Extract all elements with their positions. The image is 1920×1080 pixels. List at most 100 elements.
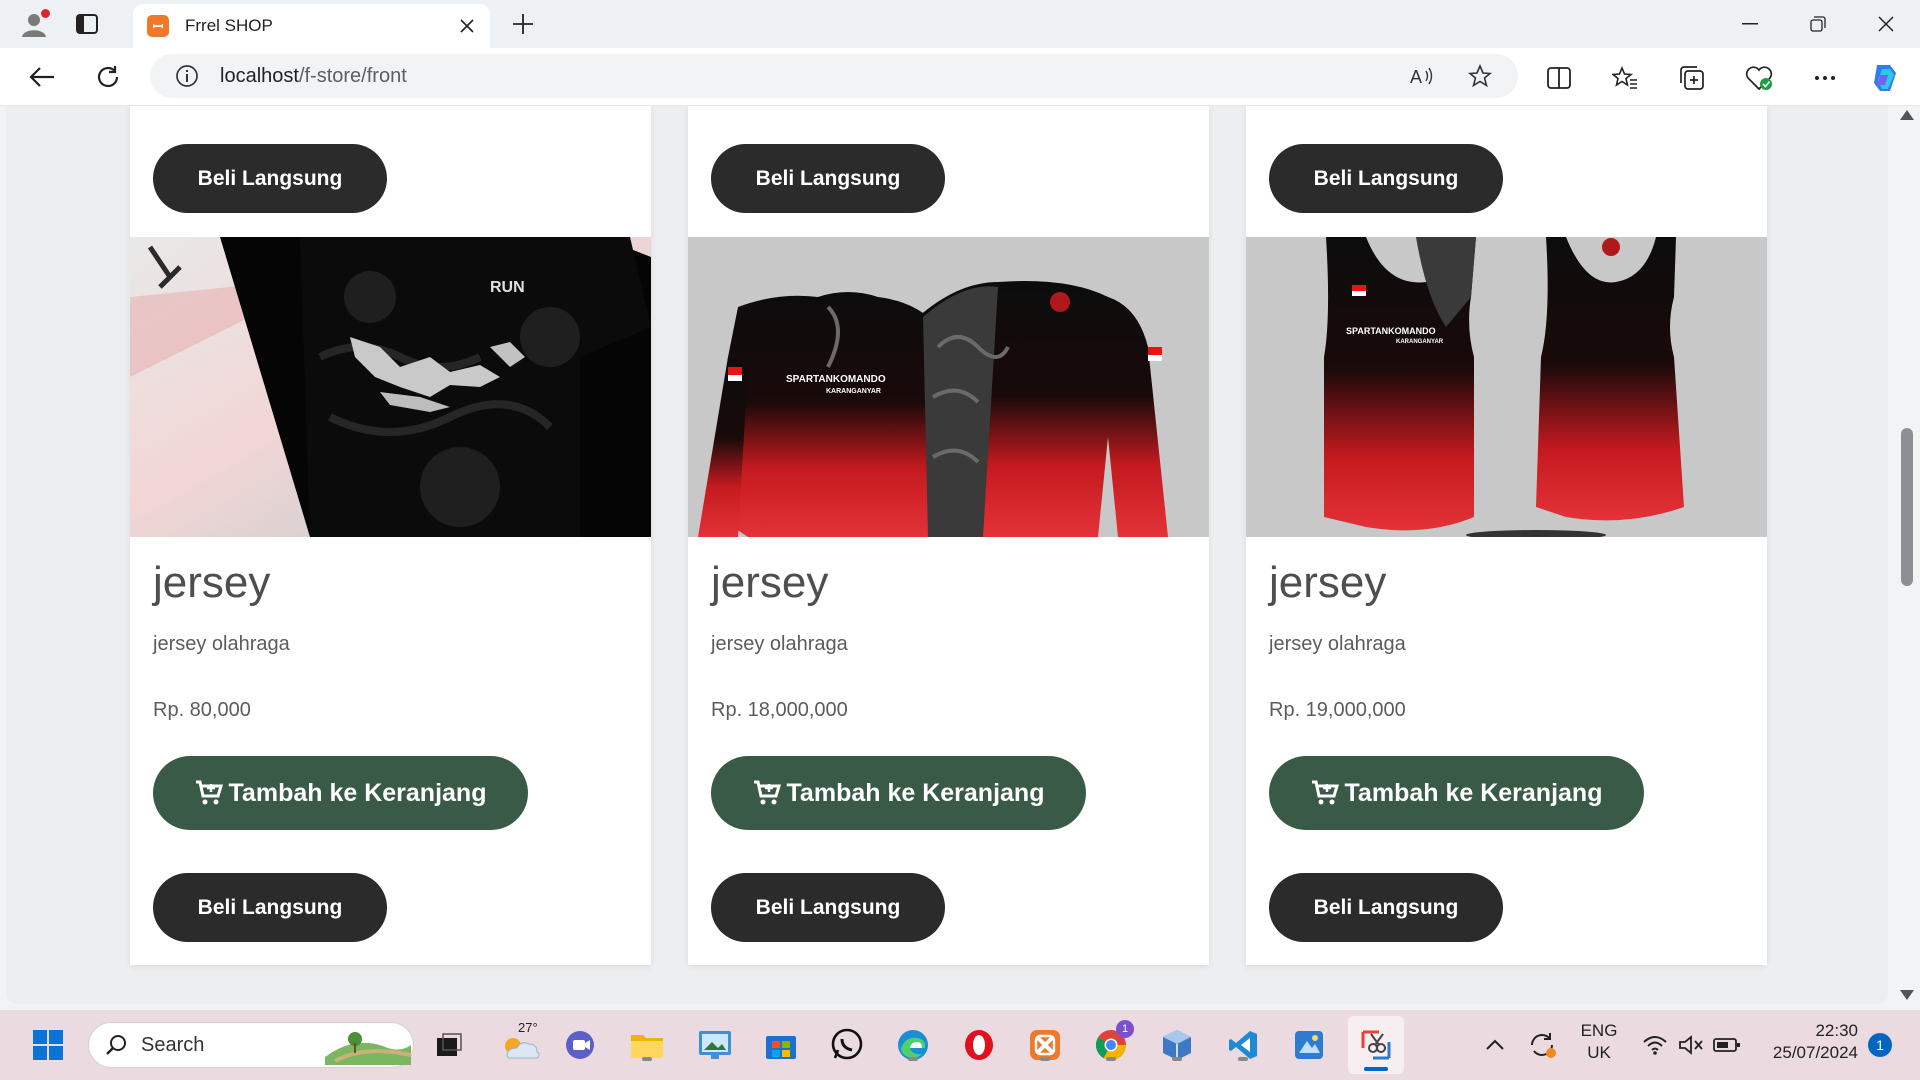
show-hidden-icons-chevron-icon[interactable] xyxy=(1476,1026,1514,1064)
product-image: SPARTANKOMANDO KARANGANYAR xyxy=(688,237,1209,537)
product-title: jersey xyxy=(1269,558,1387,607)
site-info-icon[interactable] xyxy=(174,63,200,89)
profile-avatar[interactable] xyxy=(16,6,52,42)
product-card: Beli Langsung xyxy=(1246,106,1767,965)
keyboard-layout: UK xyxy=(1587,1043,1611,1062)
tab-close-icon[interactable] xyxy=(456,15,478,37)
scroll-down-arrow-icon[interactable] xyxy=(1900,990,1914,1000)
snipping-tool-icon[interactable] xyxy=(1357,1026,1395,1064)
page-content: Beli Langsung RUN jersey jersey olahraga… xyxy=(6,106,1888,1004)
scroll-up-arrow-icon[interactable] xyxy=(1900,110,1914,120)
weather-widget-icon[interactable]: 27° xyxy=(498,1020,544,1064)
add-to-cart-button[interactable]: Tambah ke Keranjang xyxy=(153,756,528,830)
task-view-icon[interactable] xyxy=(430,1026,468,1064)
profile-notification-dot xyxy=(41,9,50,18)
cart-icon xyxy=(1311,780,1339,805)
search-highlight-landscape-icon xyxy=(325,1032,411,1065)
cart-icon xyxy=(753,780,781,805)
clock-time: 22:30 xyxy=(1815,1021,1858,1040)
add-to-cart-label: Tambah ke Keranjang xyxy=(1344,778,1603,807)
page-scrollbar[interactable] xyxy=(1896,106,1920,1010)
whatsapp-icon[interactable] xyxy=(828,1026,866,1064)
new-tab-icon[interactable] xyxy=(510,11,536,37)
weather-temperature: 27° xyxy=(518,1020,538,1035)
buy-now-button[interactable]: Beli Langsung xyxy=(1269,144,1503,213)
tab-actions-icon[interactable] xyxy=(74,12,100,36)
url-path: /f-store/front xyxy=(298,64,407,87)
volume-muted-icon[interactable] xyxy=(1672,1026,1710,1064)
tab-frrel-shop[interactable]: ꟷ Frrel SHOP xyxy=(133,4,490,48)
copilot-icon[interactable] xyxy=(1868,61,1902,95)
product-description: jersey olahraga xyxy=(153,633,290,655)
buy-now-button[interactable]: Beli Langsung xyxy=(1269,873,1503,942)
microsoft-store-icon[interactable] xyxy=(762,1026,800,1064)
add-to-cart-label: Tambah ke Keranjang xyxy=(786,778,1045,807)
chrome-profile-badge: 1 xyxy=(1116,1020,1134,1038)
favorite-star-icon[interactable] xyxy=(1460,56,1500,96)
scroll-thumb[interactable] xyxy=(1901,428,1913,586)
running-indicator xyxy=(1040,1057,1050,1061)
product-description: jersey olahraga xyxy=(711,633,848,655)
browser-essentials-icon[interactable] xyxy=(1742,61,1776,95)
cart-icon xyxy=(195,780,223,805)
search-placeholder: Search xyxy=(141,1033,205,1056)
product-card: Beli Langsung xyxy=(130,106,651,965)
svg-text:SPARTANKOMANDO: SPARTANKOMANDO xyxy=(786,374,886,385)
chrome-icon[interactable]: 1 xyxy=(1092,1020,1134,1064)
sync-status-icon[interactable] xyxy=(1524,1026,1562,1064)
refresh-icon[interactable] xyxy=(92,61,124,93)
svg-text:A: A xyxy=(1410,67,1422,87)
restore-icon[interactable] xyxy=(1784,0,1852,48)
split-screen-icon[interactable] xyxy=(1542,61,1576,95)
photo-viewer-icon[interactable] xyxy=(696,1026,734,1064)
product-card: Beli Langsung xyxy=(688,106,1209,965)
address-bar[interactable]: localhost/f-store/front A xyxy=(150,54,1518,98)
favorites-icon[interactable] xyxy=(1608,61,1642,95)
clock[interactable]: 22:30 25/07/2024 xyxy=(1758,1020,1858,1064)
snipping-tool-active-tile[interactable] xyxy=(1348,1016,1404,1074)
url-text[interactable]: localhost/f-store/front xyxy=(220,65,1402,88)
url-host: localhost xyxy=(220,64,299,87)
windows-start-icon[interactable] xyxy=(29,1026,67,1064)
xampp-favicon-icon: ꟷ xyxy=(147,15,169,37)
product-title: jersey xyxy=(711,558,829,607)
active-app-indicator xyxy=(1364,1067,1388,1071)
opera-icon[interactable] xyxy=(960,1026,998,1064)
product-price: Rp. 80,000 xyxy=(153,699,251,721)
taskbar-search-box[interactable]: Search xyxy=(88,1022,414,1068)
edge-browser-icon[interactable] xyxy=(894,1026,932,1064)
teams-meet-icon[interactable] xyxy=(562,1026,600,1064)
buy-now-button[interactable]: Beli Langsung xyxy=(153,873,387,942)
running-indicator xyxy=(1106,1057,1116,1061)
xampp-control-icon[interactable] xyxy=(1026,1026,1064,1064)
wifi-icon[interactable] xyxy=(1636,1026,1674,1064)
close-window-icon[interactable] xyxy=(1852,0,1920,48)
running-indicator xyxy=(1238,1057,1248,1061)
virtualbox-icon[interactable] xyxy=(1158,1026,1196,1064)
more-options-icon[interactable] xyxy=(1808,61,1842,95)
buy-now-button[interactable]: Beli Langsung xyxy=(153,144,387,213)
running-indicator xyxy=(642,1057,652,1061)
read-aloud-icon[interactable]: A xyxy=(1402,56,1442,96)
battery-icon[interactable] xyxy=(1708,1026,1746,1064)
windows-taskbar: Search 27° 1 ENG UK 22:30 25/07/2024 1 xyxy=(0,1010,1920,1080)
svg-text:RUN: RUN xyxy=(490,279,525,296)
search-icon xyxy=(106,1035,126,1055)
vscode-icon[interactable] xyxy=(1224,1026,1262,1064)
keyboard-language-indicator[interactable]: ENG UK xyxy=(1578,1020,1620,1064)
running-indicator xyxy=(1172,1057,1182,1061)
browser-toolbar: localhost/f-store/front A xyxy=(0,48,1920,106)
svg-text:SPARTANKOMANDO: SPARTANKOMANDO xyxy=(1346,326,1436,336)
buy-now-button[interactable]: Beli Langsung xyxy=(711,873,945,942)
svg-text:KARANGANYAR: KARANGANYAR xyxy=(1396,339,1444,345)
back-arrow-icon[interactable] xyxy=(26,61,58,93)
add-to-cart-button[interactable]: Tambah ke Keranjang xyxy=(711,756,1086,830)
add-to-cart-button[interactable]: Tambah ke Keranjang xyxy=(1269,756,1644,830)
image-editor-icon[interactable] xyxy=(1290,1026,1328,1064)
notification-badge[interactable]: 1 xyxy=(1868,1033,1892,1057)
svg-text:KARANGANYAR: KARANGANYAR xyxy=(826,388,881,395)
file-explorer-icon[interactable] xyxy=(628,1026,666,1064)
collections-icon[interactable] xyxy=(1675,61,1709,95)
buy-now-button[interactable]: Beli Langsung xyxy=(711,144,945,213)
minimize-icon[interactable] xyxy=(1716,0,1784,48)
